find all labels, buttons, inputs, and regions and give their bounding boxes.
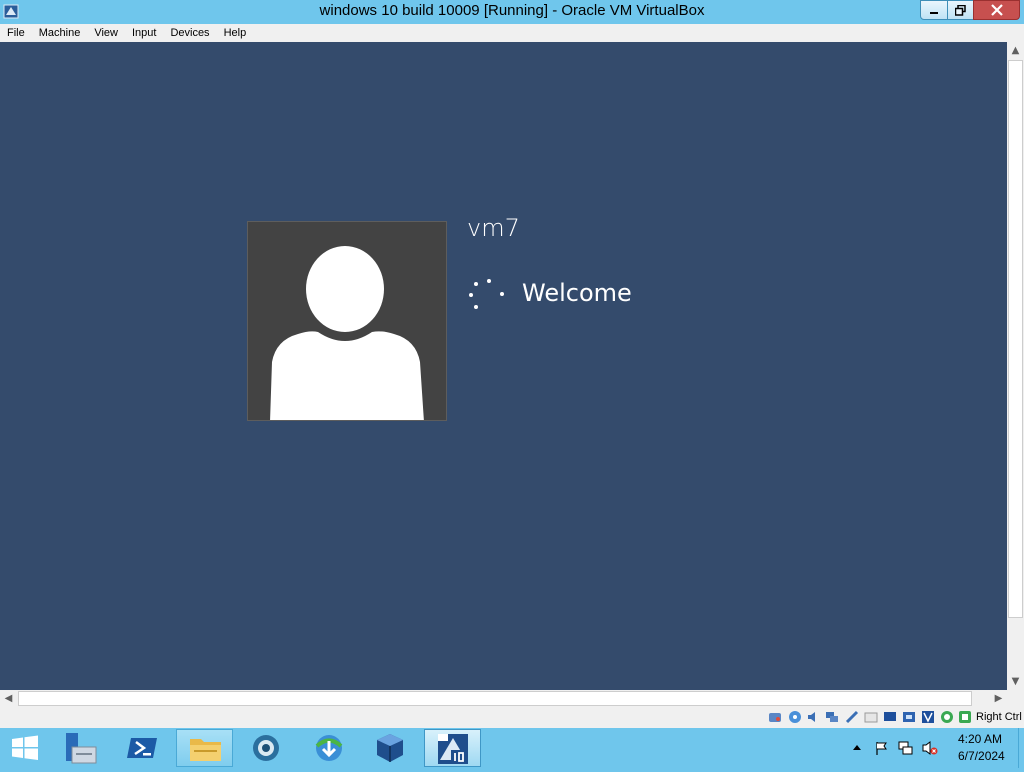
action-center-flag-icon[interactable]: [874, 740, 890, 756]
user-name: vm7: [467, 214, 520, 242]
scroll-down-icon[interactable]: ▼: [1007, 673, 1024, 690]
vm-windows-10-icon: [438, 734, 468, 764]
vertical-scroll-thumb[interactable]: [1008, 60, 1023, 618]
keyboard-icon[interactable]: [958, 710, 972, 724]
video-capture-icon[interactable]: [902, 710, 916, 724]
user-avatar: [247, 221, 447, 421]
taskbar-virtualbox[interactable]: [362, 729, 419, 767]
menu-devices[interactable]: Devices: [163, 24, 216, 42]
virtualization-icon[interactable]: [921, 710, 935, 724]
download-manager-icon: [315, 735, 343, 761]
vm-status-bar: Right Ctrl: [0, 707, 1024, 728]
virtualbox-icon: [377, 734, 403, 762]
minimize-button[interactable]: [920, 0, 948, 20]
host-key-label[interactable]: Right Ctrl: [976, 711, 1022, 723]
audio-icon[interactable]: [806, 710, 820, 724]
vertical-scrollbar[interactable]: ▲ ▼: [1007, 42, 1024, 690]
windows-start-icon: [12, 735, 38, 760]
show-hidden-icons-icon[interactable]: [852, 743, 862, 751]
loading-spinner-icon: [469, 279, 504, 309]
network-icon[interactable]: [825, 710, 839, 724]
display-icon[interactable]: [883, 710, 897, 724]
close-button[interactable]: [973, 0, 1020, 20]
vm-display[interactable]: vm7 Welcome: [0, 42, 1007, 690]
menu-input[interactable]: Input: [125, 24, 163, 42]
menu-machine[interactable]: Machine: [32, 24, 88, 42]
close-icon: [990, 4, 1003, 16]
horizontal-scroll-thumb[interactable]: [18, 691, 972, 706]
taskbar-file-explorer[interactable]: [176, 729, 233, 767]
server-manager-icon: [66, 733, 97, 764]
menu-help[interactable]: Help: [217, 24, 254, 42]
volume-muted-icon[interactable]: [922, 740, 938, 756]
file-explorer-icon: [190, 739, 221, 761]
menu-view[interactable]: View: [87, 24, 125, 42]
scroll-left-icon[interactable]: ◀: [0, 690, 17, 707]
scroll-corner: [1007, 690, 1024, 707]
scroll-right-icon[interactable]: ▶: [990, 690, 1007, 707]
show-desktop-button[interactable]: [1018, 728, 1024, 768]
network-icon[interactable]: [898, 740, 914, 756]
start-button[interactable]: [0, 729, 50, 767]
browser-icon: [253, 735, 279, 761]
usb-icon[interactable]: [845, 710, 859, 724]
taskbar-server-manager[interactable]: [52, 729, 109, 767]
clock-date[interactable]: 6/7/2024: [958, 749, 1005, 763]
shared-folders-icon[interactable]: [864, 710, 878, 724]
taskbar-browser[interactable]: [238, 729, 295, 767]
menu-bar: File Machine View Input Devices Help: [0, 24, 1024, 42]
taskbar: 4:20 AM 6/7/2024: [0, 728, 1024, 768]
menu-file[interactable]: File: [0, 24, 32, 42]
welcome-status: Welcome: [522, 279, 632, 307]
user-silhouette-icon: [270, 246, 424, 420]
taskbar-vm-window[interactable]: [424, 729, 481, 767]
horizontal-scrollbar[interactable]: ◀ ▶: [0, 690, 1007, 707]
minimize-icon: [930, 12, 938, 14]
restore-button[interactable]: [947, 0, 974, 20]
window-title: windows 10 build 10009 [Running] - Oracl…: [319, 2, 705, 19]
mouse-integration-icon[interactable]: [940, 710, 954, 724]
optical-drive-icon[interactable]: [788, 710, 802, 724]
title-bar: windows 10 build 10009 [Running] - Oracl…: [0, 0, 1024, 24]
scroll-up-icon[interactable]: ▲: [1007, 42, 1024, 59]
taskbar-download-manager[interactable]: [300, 729, 357, 767]
clock-time[interactable]: 4:20 AM: [958, 732, 1002, 746]
powershell-icon: [127, 738, 157, 758]
hard-disk-icon[interactable]: [768, 710, 782, 724]
restore-icon: [955, 4, 966, 16]
taskbar-powershell[interactable]: [114, 729, 171, 767]
